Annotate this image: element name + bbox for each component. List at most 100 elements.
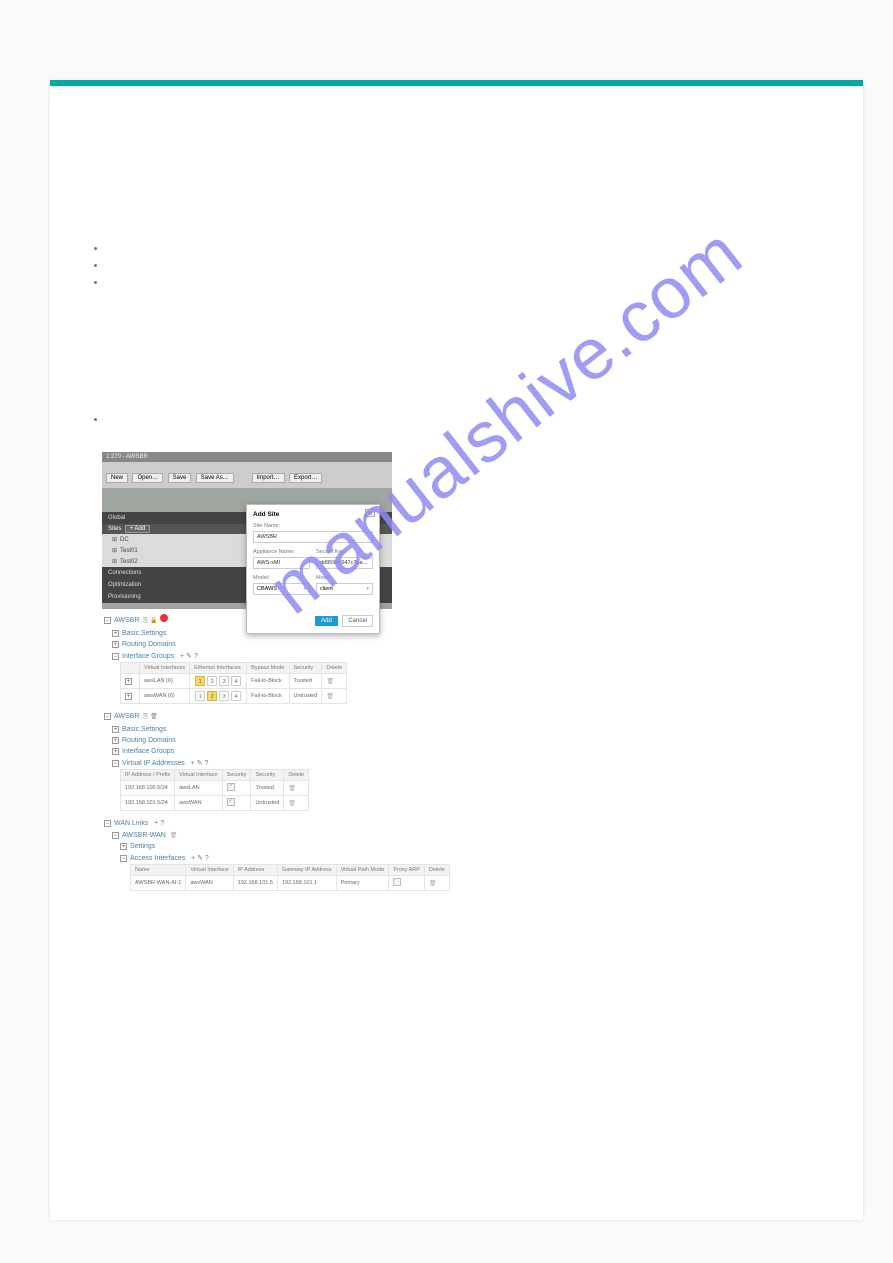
panel-root[interactable]: −AWSBR ⎘ 🗑	[102, 710, 835, 724]
site-name-input[interactable]: AWSBR	[253, 531, 373, 543]
mode-label: Mode:	[316, 575, 373, 581]
copy-icon[interactable]: ⎘	[143, 618, 148, 624]
col-delete: Delete	[424, 865, 449, 876]
ip-address: 192.168.100.5/24	[121, 781, 175, 796]
lock-icon: 🗑	[150, 714, 158, 720]
security-level: Untrusted	[251, 796, 284, 811]
bullet-item	[106, 260, 835, 270]
col-security: Security	[251, 770, 284, 781]
site-name-label: Site Name:	[253, 523, 373, 529]
bullet-item	[106, 414, 835, 424]
bullet-item	[106, 243, 835, 253]
checkbox[interactable]	[227, 798, 235, 806]
sites-label: Sites	[108, 526, 121, 532]
virtual-ip-table: IP Address / Prefix Virtual Interface Se…	[120, 769, 309, 811]
vi-name: awsLAN	[175, 781, 222, 796]
secure-key-input[interactable]: dd9594b547c7aa…	[316, 557, 373, 569]
appliance-name-input[interactable]: AWS-xMI	[253, 557, 310, 569]
col-virtual-interface: Virtual Interface	[175, 770, 222, 781]
checkbox[interactable]	[227, 783, 235, 791]
modal-title: Add Site	[253, 511, 373, 518]
security-level: Untrusted	[289, 689, 322, 704]
tree-node[interactable]: +Basic Settings	[102, 724, 835, 735]
col-virtual-interfaces: Virtual Interfaces	[140, 663, 190, 674]
tree-node[interactable]: −Interface Groups + ✎ ?	[102, 650, 835, 662]
node-tools[interactable]: + ✎ ?	[191, 760, 209, 767]
vi-name: awsWAN	[186, 876, 233, 891]
panel-root[interactable]: −WAN Links + ?	[102, 817, 835, 830]
table-row: 192.168.101.5/24 awsWAN Untrusted 🗑	[121, 796, 309, 811]
node-tools[interactable]: + ?	[154, 820, 164, 827]
eth-port[interactable]: 3	[219, 691, 229, 701]
cancel-button[interactable]: Cancel	[342, 615, 373, 627]
delete-icon[interactable]: 🗑	[326, 694, 334, 700]
toolbar: New Open… Save Save As… Import… Export…	[102, 462, 392, 488]
delete-icon[interactable]: 🗑	[326, 679, 334, 685]
tree-node[interactable]: −AWSBR-WAN 🗑	[102, 830, 835, 841]
col-bypass-mode: Bypass Mode	[247, 663, 289, 674]
bullet-item	[106, 277, 835, 287]
checkbox[interactable]	[393, 878, 401, 886]
panel-wan-links: −WAN Links + ? −AWSBR-WAN 🗑 +Settings −A…	[102, 817, 835, 891]
expand-icon[interactable]: +	[125, 693, 132, 700]
col-delete: Delete	[284, 770, 309, 781]
vi-name: awsLAN (6)	[140, 674, 190, 689]
eth-port[interactable]: 1	[195, 676, 205, 686]
tree-node[interactable]: +Basic Settings	[102, 628, 835, 639]
panel-root[interactable]: −AWSBR ⎘ 🔒	[102, 611, 835, 628]
col-proxy-arp: Proxy ARP	[389, 865, 425, 876]
delete-icon[interactable]: 🗑	[288, 786, 296, 792]
col-security: Security	[289, 663, 322, 674]
panel-virtual-ip: −AWSBR ⎘ 🗑 +Basic Settings +Routing Doma…	[102, 710, 835, 811]
open-button[interactable]: Open…	[132, 473, 163, 483]
eth-port[interactable]: 4	[231, 691, 241, 701]
eth-port[interactable]: 2	[207, 691, 217, 701]
eth-port[interactable]: 4	[231, 676, 241, 686]
model-select[interactable]: CBAWS	[253, 583, 310, 595]
col-ethernet-interfaces: Ethernet Interfaces	[190, 663, 247, 674]
tree-node[interactable]: +Interface Groups	[102, 746, 835, 757]
tree-node[interactable]: +Routing Domains	[102, 735, 835, 746]
col-security-check: Security	[222, 770, 251, 781]
eth-port[interactable]: 1	[195, 691, 205, 701]
table-row: AWSBR-WAN-AI-1 awsWAN 192.168.101.5 192.…	[131, 876, 450, 891]
table-row: + awsLAN (6) 1234 Fail-to-Block Trusted …	[121, 674, 347, 689]
sites-add-button[interactable]: + Add	[125, 525, 151, 533]
tree-node[interactable]: +Settings	[102, 841, 835, 852]
add-button[interactable]: Add	[315, 616, 338, 626]
app-breadcrumb: 1:270 - AWSBR	[102, 452, 392, 462]
ai-name: AWSBR-WAN-AI-1	[131, 876, 186, 891]
bypass-mode: Fail-to-Block	[247, 689, 289, 704]
copy-icon[interactable]: ⎘	[143, 714, 148, 720]
delete-icon[interactable]: 🗑	[429, 881, 437, 887]
ip-address: 192.168.101.5	[233, 876, 277, 891]
tree-node[interactable]: +Routing Domains	[102, 639, 835, 650]
tree-node[interactable]: −Virtual IP Addresses + ✎ ?	[102, 757, 835, 769]
close-icon[interactable]: X	[365, 509, 375, 517]
delete-icon[interactable]: 🗑	[288, 801, 296, 807]
col-name: Name	[131, 865, 186, 876]
col-gateway: Gateway IP Address	[277, 865, 336, 876]
screenshot-add-site: 1:270 - AWSBR New Open… Save Save As… Im…	[102, 452, 392, 609]
eth-port[interactable]: 3	[219, 676, 229, 686]
new-button[interactable]: New	[106, 473, 128, 483]
import-button[interactable]: Import…	[252, 473, 285, 483]
export-button[interactable]: Export…	[289, 473, 322, 483]
ip-address: 192.168.101.5/24	[121, 796, 175, 811]
lock-icon: 🔒	[150, 618, 157, 624]
col-ip-prefix: IP Address / Prefix	[121, 770, 175, 781]
table-row: 192.168.100.5/24 awsLAN Trusted 🗑	[121, 781, 309, 796]
mode-select[interactable]: client	[316, 583, 373, 595]
security-level: Trusted	[289, 674, 322, 689]
save-button[interactable]: Save	[168, 473, 192, 483]
eth-port[interactable]: 2	[207, 676, 217, 686]
tree-node[interactable]: −Access Interfaces + ✎ ?	[102, 852, 835, 864]
expand-icon[interactable]: +	[125, 678, 132, 685]
add-site-modal: X Add Site Site Name: AWSBR Appliance Na…	[246, 504, 380, 634]
save-as-button[interactable]: Save As…	[196, 473, 234, 483]
node-tools[interactable]: + ✎ ?	[191, 855, 209, 862]
node-tools[interactable]: + ✎ ?	[180, 653, 198, 660]
vp-mode: Primary	[336, 876, 389, 891]
access-interfaces-table: Name Virtual Interface IP Address Gatewa…	[130, 864, 450, 891]
delete-icon[interactable]: 🗑	[170, 833, 178, 839]
